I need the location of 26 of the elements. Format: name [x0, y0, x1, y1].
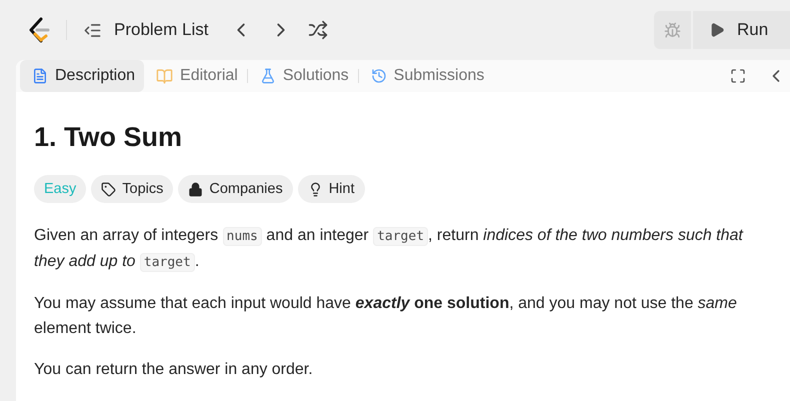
- paragraph: You can return the answer in any order.: [34, 360, 314, 380]
- tag-button[interactable]: Companies: [178, 175, 293, 203]
- paragraph: Given an array of integers nums and an integer target , return indices of the two numbers such that they add up to target .: [34, 226, 744, 274]
- shuffle-icon: [308, 20, 328, 40]
- fullscreen-button[interactable]: [730, 68, 746, 84]
- document-icon: [32, 68, 48, 84]
- problem-title: 1. Two Sum: [34, 122, 184, 153]
- tab[interactable]: Description: [20, 60, 144, 92]
- history-icon: [370, 68, 387, 84]
- paragraph: You may assume that each input would have exactly one solution, and you may not use the same element twice.: [34, 294, 738, 339]
- tag-button[interactable]: Hint: [298, 175, 364, 203]
- bug-icon: [664, 22, 681, 38]
- run-button[interactable]: Run: [693, 11, 790, 49]
- tab[interactable]: Editorial: [144, 60, 247, 92]
- fullscreen-icon: [730, 68, 746, 84]
- tab[interactable]: Solutions: [248, 60, 358, 92]
- shuffle-button[interactable]: [308, 20, 328, 40]
- lock-icon: [188, 182, 204, 196]
- play-icon: [709, 22, 725, 38]
- logo-icon[interactable]: [28, 17, 50, 43]
- problem-list-button[interactable]: Problem List: [83, 20, 208, 40]
- tab[interactable]: Submissions: [358, 60, 494, 92]
- tag-button[interactable]: Topics: [91, 175, 174, 203]
- book-icon: [156, 68, 174, 84]
- tag-icon: [101, 182, 116, 196]
- flask-icon: [260, 68, 276, 84]
